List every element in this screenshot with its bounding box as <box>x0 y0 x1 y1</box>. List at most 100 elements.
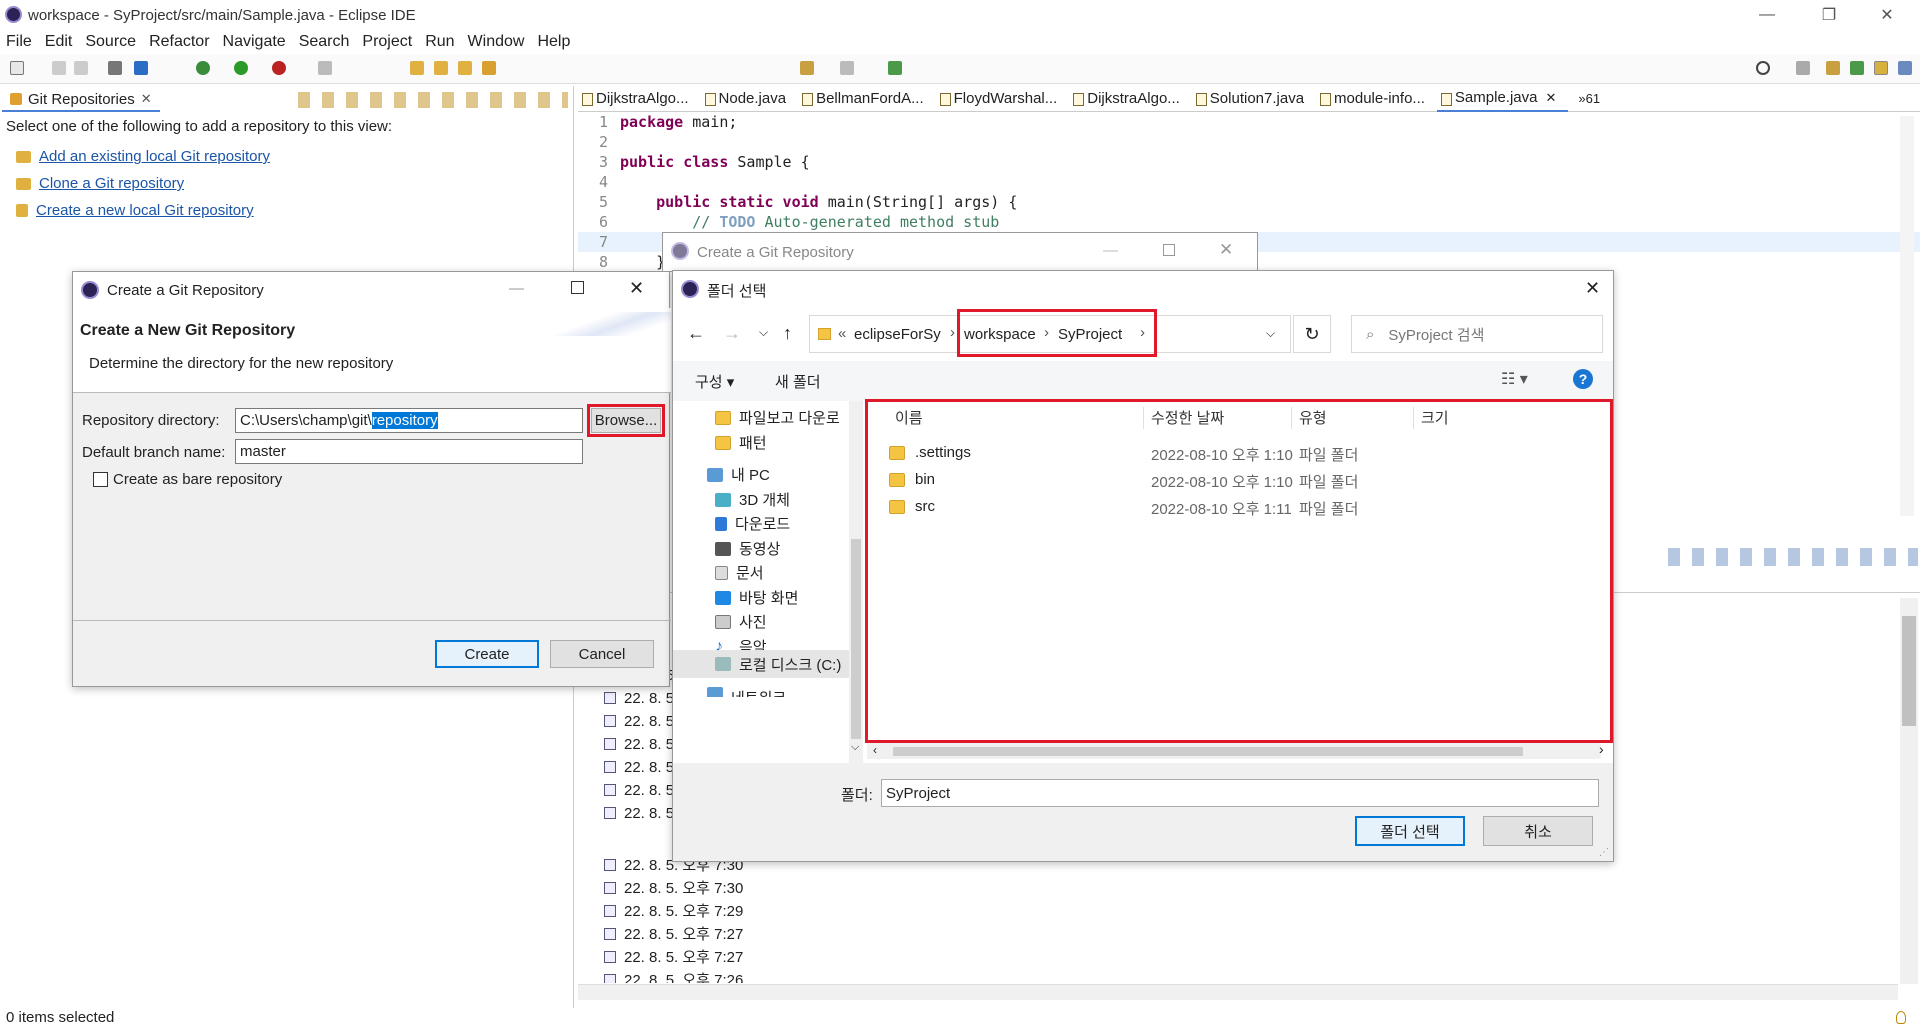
tab-module-info[interactable]: module-info... <box>1316 86 1437 112</box>
resize-grip-icon[interactable]: ⋰ <box>1599 847 1609 858</box>
nav-item-videos[interactable]: 동영상 <box>715 538 780 559</box>
menu-run[interactable]: Run <box>425 33 454 51</box>
save-icon[interactable] <box>52 61 66 75</box>
nav-item-downloads[interactable]: 다운로드 <box>715 513 790 534</box>
tab-sample[interactable]: Sample.java ✕ <box>1436 85 1569 112</box>
forward-icon[interactable] <box>840 61 854 75</box>
create-button[interactable]: Create <box>435 640 539 668</box>
nav-item-3d-objects[interactable]: 3D 개체 <box>715 489 790 510</box>
menu-search[interactable]: Search <box>299 33 350 51</box>
history-scroll-thumb[interactable] <box>1902 616 1916 726</box>
file-row[interactable]: src 2022-08-10 오후 1:11 파일 폴더 <box>867 493 1587 520</box>
tab-floydwarshall[interactable]: FloydWarshal... <box>936 86 1070 112</box>
crumb-syproject[interactable]: SyProject <box>1058 326 1122 343</box>
nav-item-pictures[interactable]: 사진 <box>715 611 767 632</box>
nav-item-network[interactable]: 네트워크 <box>707 687 786 697</box>
nav-item-documents[interactable]: 문서 <box>715 562 764 583</box>
forward-arrow-icon[interactable]: → <box>723 323 741 344</box>
refresh-button[interactable]: ↻ <box>1293 315 1331 353</box>
tab-dijkstra-1[interactable]: DijkstraAlgo... <box>578 86 701 112</box>
help-icon[interactable]: ? <box>1573 369 1593 389</box>
minimize-button[interactable]: — <box>1103 242 1118 259</box>
team-perspective-icon[interactable] <box>1898 61 1912 75</box>
col-name[interactable]: 이름 <box>895 407 923 428</box>
nav-item-desktop[interactable]: 바탕 화면 <box>715 587 798 608</box>
nav-scroll-down-icon[interactable]: ⌵ <box>851 741 859 754</box>
console-icon[interactable] <box>134 61 148 75</box>
git-perspective-icon[interactable] <box>1874 61 1888 75</box>
bare-repo-checkbox[interactable] <box>93 472 108 487</box>
stop-icon[interactable] <box>318 61 332 75</box>
create-repo-link[interactable]: Create a new local Git repository <box>16 202 254 219</box>
menu-help[interactable]: Help <box>537 33 570 51</box>
folder-cancel-button[interactable]: 취소 <box>1483 816 1593 846</box>
debug-icon[interactable] <box>196 61 210 75</box>
terminal-icon[interactable] <box>108 61 122 75</box>
add-existing-repo-link[interactable]: Add an existing local Git repository <box>16 148 270 165</box>
perspective-icon[interactable] <box>888 61 902 75</box>
file-hscroll-thumb[interactable] <box>893 747 1523 756</box>
folder-name-input[interactable]: SyProject <box>881 779 1599 807</box>
minimize-button[interactable]: — <box>509 280 524 297</box>
pen-icon[interactable] <box>482 61 496 75</box>
close-button[interactable]: ✕ <box>629 278 644 299</box>
crumb-workspace[interactable]: workspace <box>964 326 1036 343</box>
close-icon[interactable]: ✕ <box>141 91 152 107</box>
col-size[interactable]: 크기 <box>1421 407 1449 428</box>
minimize-button[interactable]: — <box>1738 0 1796 30</box>
close-icon[interactable]: ✕ <box>1545 90 1556 106</box>
close-button[interactable]: ✕ <box>1585 278 1600 299</box>
select-folder-button[interactable]: 폴더 선택 <box>1355 816 1465 846</box>
cancel-button[interactable]: Cancel <box>550 640 654 668</box>
tab-dijkstra-2[interactable]: DijkstraAlgo... <box>1069 86 1192 112</box>
close-button[interactable]: ✕ <box>1219 240 1233 260</box>
menu-refactor[interactable]: Refactor <box>149 33 209 51</box>
clone-repo-link[interactable]: Clone a Git repository <box>16 175 184 192</box>
address-bar[interactable]: « eclipseForSy › workspace › SyProject ›… <box>809 315 1291 353</box>
crumb-more[interactable]: « <box>838 325 846 342</box>
back-icon[interactable] <box>800 61 814 75</box>
maximize-button[interactable] <box>1163 244 1175 256</box>
col-date-modified[interactable]: 수정한 날짜 <box>1151 407 1224 428</box>
repo-dir-input[interactable]: C:\Users\champ\git\ repository <box>235 408 583 433</box>
maximize-button[interactable] <box>571 281 584 294</box>
new-icon[interactable] <box>10 61 24 75</box>
save-all-icon[interactable] <box>74 61 88 75</box>
back-arrow-icon[interactable]: ← <box>687 323 705 344</box>
menu-project[interactable]: Project <box>362 33 412 51</box>
close-button[interactable]: ✕ <box>1858 0 1916 30</box>
history-hscrollbar[interactable] <box>578 984 1898 1000</box>
menu-file[interactable]: File <box>6 33 32 51</box>
nav-item-local-disk[interactable]: 로컬 디스크 (C:) <box>673 650 849 678</box>
up-arrow-icon[interactable]: ↑ <box>783 323 792 344</box>
menu-source[interactable]: Source <box>85 33 136 51</box>
open-folder-icon[interactable] <box>410 61 424 75</box>
col-type[interactable]: 유형 <box>1299 407 1327 428</box>
folder-search-input[interactable]: ⌕ SyProject 검색 <box>1351 315 1603 353</box>
run-icon[interactable] <box>234 61 248 75</box>
nav-item-download-folder[interactable]: 파일보고 다운로 <box>715 407 840 428</box>
scroll-left-icon[interactable]: ‹ <box>873 743 877 757</box>
debug-perspective-icon[interactable] <box>1850 61 1864 75</box>
open-resource-icon[interactable] <box>458 61 472 75</box>
restore-button[interactable]: ❐ <box>1800 0 1858 30</box>
branch-input[interactable]: master <box>235 439 583 464</box>
address-dropdown-icon[interactable]: ⌵ <box>1266 326 1275 341</box>
search-icon[interactable] <box>1756 61 1770 75</box>
scroll-right-icon[interactable]: › <box>1599 741 1604 757</box>
nav-item-this-pc[interactable]: 내 PC <box>707 464 770 485</box>
tab-node[interactable]: Node.java <box>701 86 799 112</box>
lightbulb-icon[interactable] <box>1896 1011 1906 1024</box>
menu-edit[interactable]: Edit <box>45 33 73 51</box>
new-folder-button[interactable]: 새 폴더 <box>775 371 821 392</box>
tab-solution7[interactable]: Solution7.java <box>1192 86 1316 112</box>
tab-bellmanford[interactable]: BellmanFordA... <box>798 86 936 112</box>
organize-menu[interactable]: 구성 ▾ <box>695 371 734 392</box>
view-options-icon[interactable]: ☷ ▾ <box>1501 369 1528 389</box>
tab-overflow[interactable]: »61 <box>1578 91 1600 106</box>
java-perspective-icon[interactable] <box>1826 61 1840 75</box>
browse-button[interactable]: Browse... <box>591 408 661 433</box>
file-row[interactable]: .settings 2022-08-10 오후 1:10 파일 폴더 <box>867 439 1587 466</box>
open-type-icon[interactable] <box>434 61 448 75</box>
crumb-eclipseforsy[interactable]: eclipseForSy <box>854 326 941 343</box>
